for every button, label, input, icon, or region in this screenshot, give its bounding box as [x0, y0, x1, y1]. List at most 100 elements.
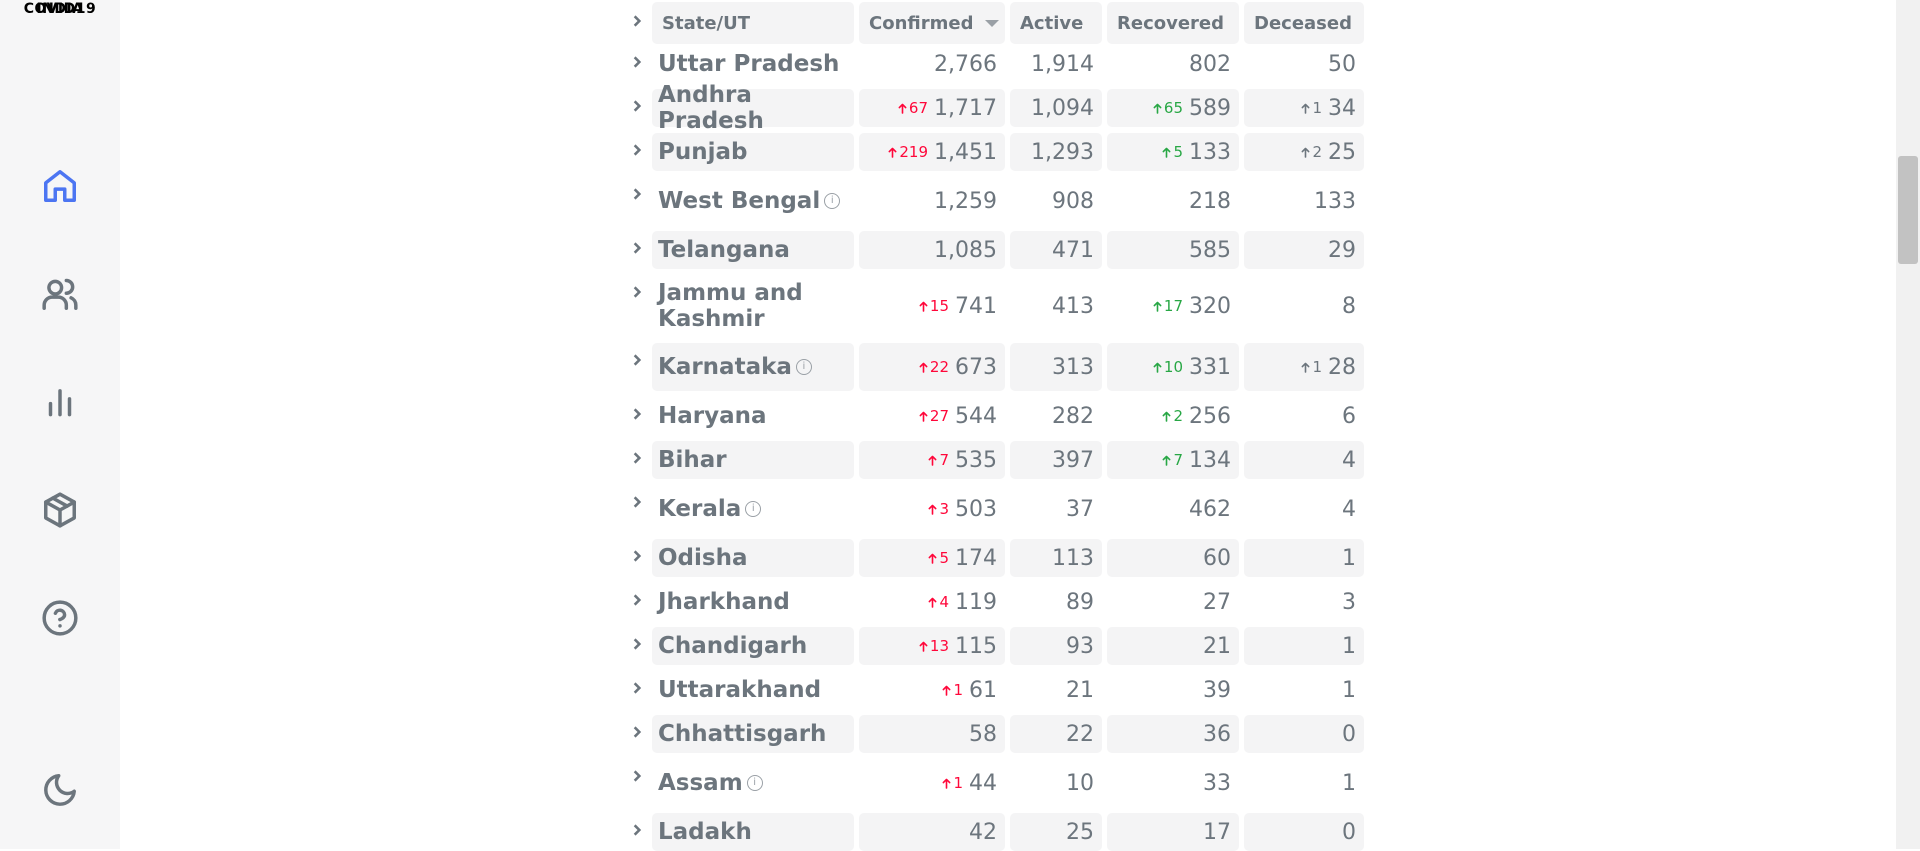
- table-row[interactable]: Jammu and Kashmir 15 741 413 17 320 8: [0, 275, 1400, 337]
- state-name-cell[interactable]: Chandigarh: [652, 627, 854, 665]
- table-row[interactable]: West Bengal i 1,259 908 218 133: [0, 177, 1400, 225]
- state-name-cell[interactable]: Telangana: [652, 231, 854, 269]
- deceased-value: 133: [1314, 188, 1356, 214]
- table-row[interactable]: Bihar 7 535 397 7 134 4: [0, 441, 1400, 479]
- chevron-right-icon[interactable]: [628, 767, 646, 785]
- header-deceased[interactable]: Deceased: [1244, 2, 1364, 44]
- scrollbar[interactable]: [1896, 0, 1920, 849]
- state-name-cell[interactable]: Punjab: [652, 133, 854, 171]
- deceased-cell: 4: [1244, 485, 1364, 533]
- chevron-right-icon[interactable]: [628, 239, 646, 257]
- chevron-right-icon[interactable]: [628, 493, 646, 511]
- table-row[interactable]: Punjab 219 1,451 1,293 5 133 2 25: [0, 133, 1400, 171]
- confirmed-value: 673: [955, 354, 997, 380]
- state-name-cell[interactable]: Uttar Pradesh: [652, 45, 854, 83]
- chevron-right-icon[interactable]: [628, 283, 646, 301]
- recovered-delta: 5: [1162, 143, 1183, 161]
- header-active[interactable]: Active: [1010, 2, 1102, 44]
- chevron-right-icon[interactable]: [628, 351, 646, 369]
- header-recovered[interactable]: Recovered: [1107, 2, 1239, 44]
- active-value: 89: [1066, 589, 1094, 615]
- info-icon[interactable]: i: [746, 775, 763, 791]
- state-name-cell[interactable]: Assam i: [652, 759, 854, 807]
- table-row[interactable]: Chandigarh 13 115 93 21 1: [0, 627, 1400, 665]
- table-row[interactable]: Assam i 1 44 10 33 1: [0, 759, 1400, 807]
- recovered-cell: 60: [1107, 539, 1239, 577]
- recovered-cell: 218: [1107, 177, 1239, 225]
- chevron-right-icon[interactable]: [628, 821, 646, 839]
- state-name-cell[interactable]: Bihar: [652, 441, 854, 479]
- active-cell: 313: [1010, 343, 1102, 391]
- table-row[interactable]: Chhattisgarh 58 22 36 0: [0, 715, 1400, 753]
- deceased-cell: 2 25: [1244, 133, 1364, 171]
- active-cell: 21: [1010, 671, 1102, 709]
- recovered-value: 331: [1189, 354, 1231, 380]
- state-name-cell[interactable]: Jammu and Kashmir: [652, 275, 854, 337]
- confirmed-cell: 3 503: [859, 485, 1005, 533]
- state-name: Andhra Pradesh: [658, 82, 764, 134]
- confirmed-cell: 1 44: [859, 759, 1005, 807]
- chevron-right-icon[interactable]: [628, 185, 646, 203]
- deceased-cell: 8: [1244, 275, 1364, 337]
- table-row[interactable]: Uttarakhand 1 61 21 39 1: [0, 671, 1400, 709]
- table-header: State/UT Confirmed Active Recovered Dece…: [0, 2, 1400, 44]
- state-name-cell[interactable]: Karnataka i: [652, 343, 854, 391]
- state-name-cell[interactable]: Haryana: [652, 397, 854, 435]
- state-name-cell[interactable]: Andhra Pradesh: [652, 82, 854, 134]
- confirmed-cell: 219 1,451: [859, 133, 1005, 171]
- active-cell: 471: [1010, 231, 1102, 269]
- state-name-cell[interactable]: West Bengal i: [652, 177, 854, 225]
- table-row[interactable]: Haryana 27 544 282 2 256 6: [0, 397, 1400, 435]
- confirmed-delta-value: 22: [929, 358, 949, 376]
- chevron-right-icon[interactable]: [628, 635, 646, 653]
- header-state[interactable]: State/UT: [652, 2, 854, 44]
- confirmed-delta-value: 27: [929, 407, 949, 425]
- table-row[interactable]: Andhra Pradesh 67 1,717 1,094 65 589 1 34: [0, 82, 1400, 134]
- recovered-value: 320: [1189, 293, 1231, 319]
- chevron-right-icon[interactable]: [628, 547, 646, 565]
- chevron-right-icon[interactable]: [628, 141, 646, 159]
- chevron-right-icon[interactable]: [628, 723, 646, 741]
- chevron-right-icon[interactable]: [628, 679, 646, 697]
- active-cell: 10: [1010, 759, 1102, 807]
- table-row[interactable]: Uttar Pradesh 2,766 1,914 802 50: [0, 45, 1400, 83]
- scrollbar-thumb[interactable]: [1898, 156, 1918, 264]
- confirmed-value: 174: [955, 545, 997, 571]
- confirmed-value: 544: [955, 403, 997, 429]
- table-row[interactable]: Jharkhand 4 119 89 27 3: [0, 583, 1400, 621]
- deceased-cell: 1: [1244, 759, 1364, 807]
- chevron-right-icon[interactable]: [628, 97, 646, 115]
- confirmed-cell: 1,085: [859, 231, 1005, 269]
- recovered-cell: 5 133: [1107, 133, 1239, 171]
- info-icon[interactable]: i: [745, 501, 762, 517]
- recovered-delta-value: 7: [1173, 451, 1183, 469]
- table-row[interactable]: Karnataka i 22 673 313 10 331 1 28: [0, 343, 1400, 391]
- recovered-value: 33: [1203, 770, 1231, 796]
- table-row[interactable]: Telangana 1,085 471 585 29: [0, 231, 1400, 269]
- state-name-cell[interactable]: Jharkhand: [652, 583, 854, 621]
- confirmed-cell: 1,259: [859, 177, 1005, 225]
- deceased-delta-value: 1: [1312, 358, 1322, 376]
- chevron-right-icon[interactable]: [628, 405, 646, 423]
- state-name-cell[interactable]: Kerala i: [652, 485, 854, 533]
- state-name-cell[interactable]: Odisha: [652, 539, 854, 577]
- state-name-cell[interactable]: Uttarakhand: [652, 671, 854, 709]
- state-name-cell[interactable]: Chhattisgarh: [652, 715, 854, 753]
- chevron-right-icon[interactable]: [628, 591, 646, 609]
- recovered-cell: 17 320: [1107, 275, 1239, 337]
- info-icon[interactable]: i: [824, 193, 841, 209]
- active-value: 37: [1066, 496, 1094, 522]
- table-row[interactable]: Kerala i 3 503 37 462 4: [0, 485, 1400, 533]
- info-icon[interactable]: i: [795, 359, 812, 375]
- recovered-value: 60: [1203, 545, 1231, 571]
- chevron-right-icon[interactable]: [628, 53, 646, 71]
- header-confirmed[interactable]: Confirmed: [859, 2, 1005, 44]
- table-row[interactable]: Ladakh 42 25 17 0: [0, 813, 1400, 851]
- state-name-cell[interactable]: Ladakh: [652, 813, 854, 851]
- deceased-cell: 3: [1244, 583, 1364, 621]
- chevron-right-icon[interactable]: [628, 12, 646, 30]
- chevron-right-icon[interactable]: [628, 449, 646, 467]
- active-cell: 89: [1010, 583, 1102, 621]
- table-row[interactable]: Odisha 5 174 113 60 1: [0, 539, 1400, 577]
- deceased-value: 3: [1342, 589, 1356, 615]
